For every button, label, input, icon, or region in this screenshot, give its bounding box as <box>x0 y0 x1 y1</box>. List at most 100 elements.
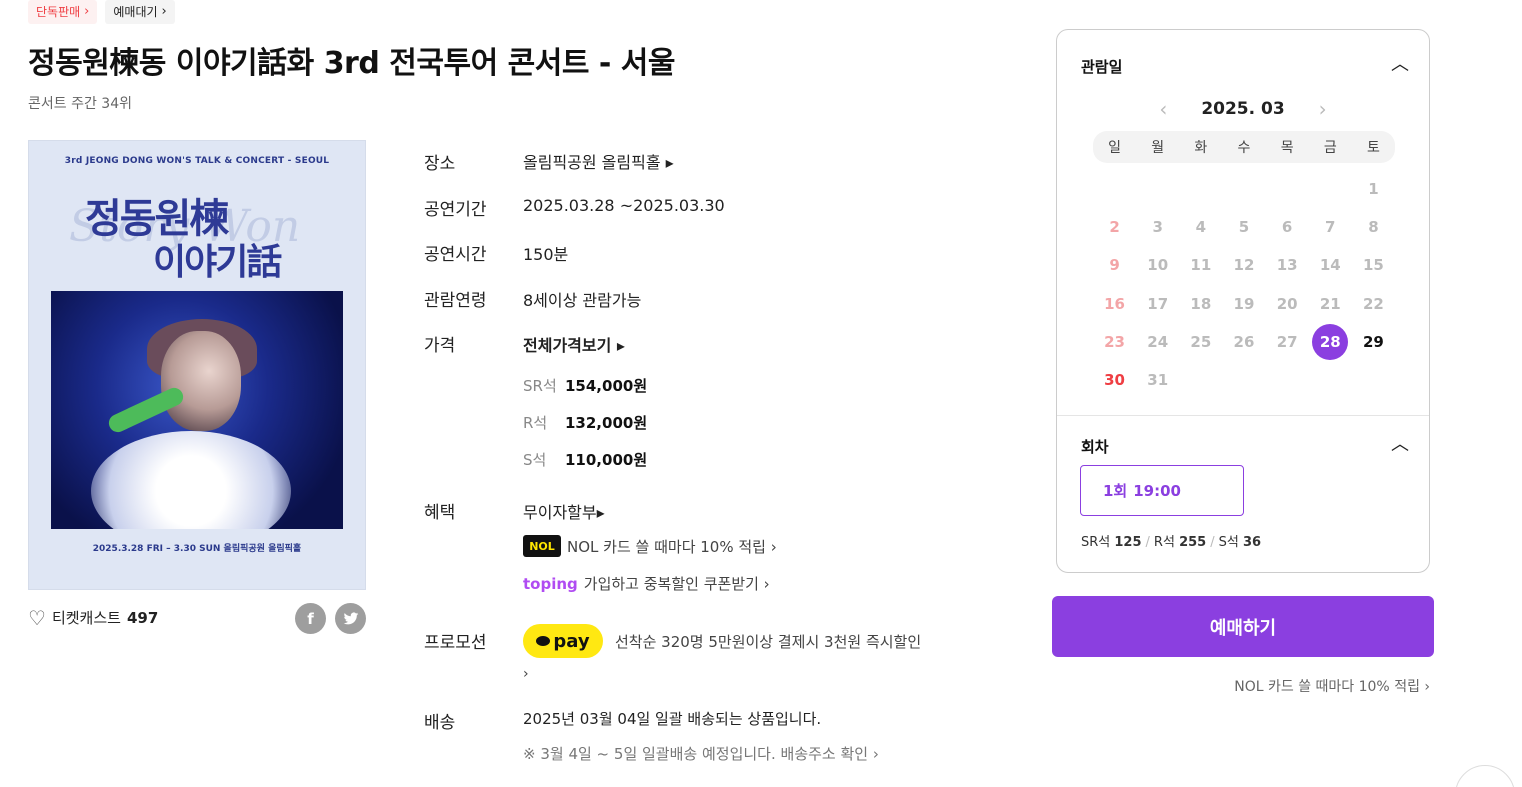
chevron-right-icon: › <box>84 4 90 19</box>
price-row: SR석 154,000원 <box>523 375 647 396</box>
panel-divider <box>1057 415 1429 416</box>
calendar-day: 9 <box>1093 246 1136 284</box>
weekly-rank[interactable]: 콘서트 주간 34위 <box>28 93 132 113</box>
photo-face <box>161 331 241 431</box>
calendar-day: 18 <box>1179 285 1222 323</box>
price-amount: 132,000원 <box>565 414 648 432</box>
seat-grade: R석 <box>1153 535 1175 550</box>
calendar-day: 13 <box>1266 246 1309 284</box>
age-label: 관람연령 <box>424 291 487 311</box>
price-label: 가격 <box>424 336 456 356</box>
calendar-day-number: 9 <box>1109 256 1120 275</box>
exclusive-badge[interactable]: 단독판매 › <box>28 0 98 24</box>
calendar-day-number <box>1183 171 1219 207</box>
calendar-day: 6 <box>1266 208 1309 246</box>
benefit-label: 혜택 <box>424 503 456 523</box>
heart-icon[interactable]: ♡ <box>28 608 46 628</box>
calendar-day: 5 <box>1222 208 1265 246</box>
calendar-day[interactable]: 28 <box>1309 323 1352 361</box>
calendar-day-number: 21 <box>1319 294 1341 313</box>
calendar-empty-cell <box>1222 170 1265 208</box>
kakaopay-promotion[interactable]: pay 선착순 320명 5만원이상 결제시 3천원 즉시할인 <box>523 624 921 658</box>
price-amount: 154,000원 <box>565 377 648 395</box>
kakaopay-logo-icon: pay <box>523 624 603 658</box>
calendar-day-number <box>1312 171 1348 207</box>
delivery-address-link[interactable]: ※ 3월 4일 ~ 5일 일괄배송 예정입니다. 배송주소 확인 › <box>523 743 879 764</box>
weekday-label: 월 <box>1151 140 1165 156</box>
calendar-empty-cell <box>1093 170 1136 208</box>
delivery-label: 배송 <box>424 713 456 733</box>
period-value: 2025.03.28 ~2025.03.30 <box>523 196 725 215</box>
price-amount: 110,000원 <box>565 451 648 469</box>
calendar-day-number <box>1226 171 1262 207</box>
calendar-day-number: 25 <box>1190 332 1212 351</box>
waitlist-badge[interactable]: 예매대기 › <box>105 0 175 24</box>
next-month-icon[interactable]: › <box>1319 97 1327 121</box>
calendar-day: 24 <box>1136 323 1179 361</box>
calendar-day: 23 <box>1093 323 1136 361</box>
calendar-empty-cell <box>1309 170 1352 208</box>
seat-count: 125 <box>1114 535 1142 550</box>
calendar-day-number: 23 <box>1104 332 1125 351</box>
calendar-day: 19 <box>1222 285 1265 323</box>
calendar-day-number: 10 <box>1147 256 1169 275</box>
calendar-day-number: 1 <box>1368 180 1379 199</box>
ticketcast-label: 티켓캐스트 <box>51 609 121 627</box>
month-navigator: ‹ 2025. 03 › <box>1057 97 1429 121</box>
exclusive-badge-label: 단독판매 <box>36 5 81 19</box>
price-grade: S석 <box>523 451 547 469</box>
calendar-day: 27 <box>1266 323 1309 361</box>
twitter-share-icon[interactable] <box>335 603 366 634</box>
runtime-value: 150분 <box>523 245 569 264</box>
facebook-share-icon[interactable]: f <box>295 603 326 634</box>
poster-tagline: 3rd JEONG DONG WON'S TALK & CONCERT - SE… <box>64 156 330 166</box>
venue-link[interactable]: 올림픽공원 올림픽홀 ▸ <box>523 149 674 173</box>
calendar-day[interactable]: 29 <box>1352 323 1395 361</box>
promotion-more-icon[interactable]: › <box>523 666 529 682</box>
calendar-day-number: 27 <box>1276 332 1298 351</box>
ticketcast[interactable]: ♡ 티켓캐스트 497 <box>28 607 158 628</box>
prev-month-icon[interactable]: ‹ <box>1159 97 1167 121</box>
weekday-label: 금 <box>1323 140 1337 156</box>
calendar-day: 21 <box>1309 285 1352 323</box>
nol-card-benefit[interactable]: NOL NOL 카드 쓸 때마다 10% 적립 › <box>523 535 777 557</box>
toping-coupon-benefit[interactable]: toping 가입하고 중복할인 쿠폰받기 › <box>523 573 770 594</box>
calendar-day: 2 <box>1093 208 1136 246</box>
nol-card-promo-link[interactable]: NOL 카드 쓸 때마다 10% 적립 › <box>1234 676 1430 696</box>
date-section-title: 관람일 <box>1081 58 1123 76</box>
book-now-button[interactable]: 예매하기 <box>1052 596 1434 657</box>
calendar-day: 26 <box>1222 323 1265 361</box>
full-price-link[interactable]: 전체가격보기 ▸ <box>523 332 625 356</box>
calendar-day: 14 <box>1309 246 1352 284</box>
collapse-date-chevron-up-icon[interactable]: ︿ <box>1391 50 1409 76</box>
price-grade: SR석 <box>523 377 557 395</box>
collapse-round-chevron-up-icon[interactable]: ︿ <box>1391 430 1409 456</box>
kakaopay-logo-text: pay <box>553 630 590 652</box>
weekday-label: 화 <box>1194 140 1208 156</box>
badge-row: 단독판매 › 예매대기 › <box>28 0 175 24</box>
calendar-day-number: 2 <box>1109 218 1120 237</box>
calendar-day-number: 16 <box>1104 294 1125 313</box>
seat-grade: S석 <box>1218 535 1239 550</box>
separator: / <box>1145 535 1150 550</box>
seat-count: 36 <box>1242 535 1262 550</box>
calendar-day: 17 <box>1136 285 1179 323</box>
calendar-day: 25 <box>1179 323 1222 361</box>
scroll-to-top-button[interactable]: ︿ <box>1455 765 1515 787</box>
round-option-button[interactable]: 1회 19:00 <box>1080 465 1244 516</box>
nol-card-benefit-text: NOL 카드 쓸 때마다 10% 적립 › <box>567 537 777 556</box>
calendar-day-number: 17 <box>1147 294 1169 313</box>
poster-logo-line2: 이야기話 <box>153 241 282 283</box>
calendar-day[interactable]: 30 <box>1093 361 1136 399</box>
calendar-day-number: 22 <box>1362 294 1384 313</box>
seat-grade: SR석 <box>1081 535 1111 550</box>
round-time: 19:00 <box>1133 481 1181 500</box>
calendar-day: 1 <box>1352 170 1395 208</box>
calendar-day: 15 <box>1352 246 1395 284</box>
calendar-day: 10 <box>1136 246 1179 284</box>
booking-panel: 관람일 ︿ ‹ 2025. 03 › 일월화수목금토 1 2 3 4 5 6 7 8 9 10 11… <box>1056 29 1430 573</box>
calendar-day-number: 26 <box>1233 332 1255 351</box>
chevron-right-icon: › <box>161 4 167 19</box>
installment-link[interactable]: 무이자할부▸ <box>523 499 605 523</box>
calendar-day: 31 <box>1136 361 1179 399</box>
